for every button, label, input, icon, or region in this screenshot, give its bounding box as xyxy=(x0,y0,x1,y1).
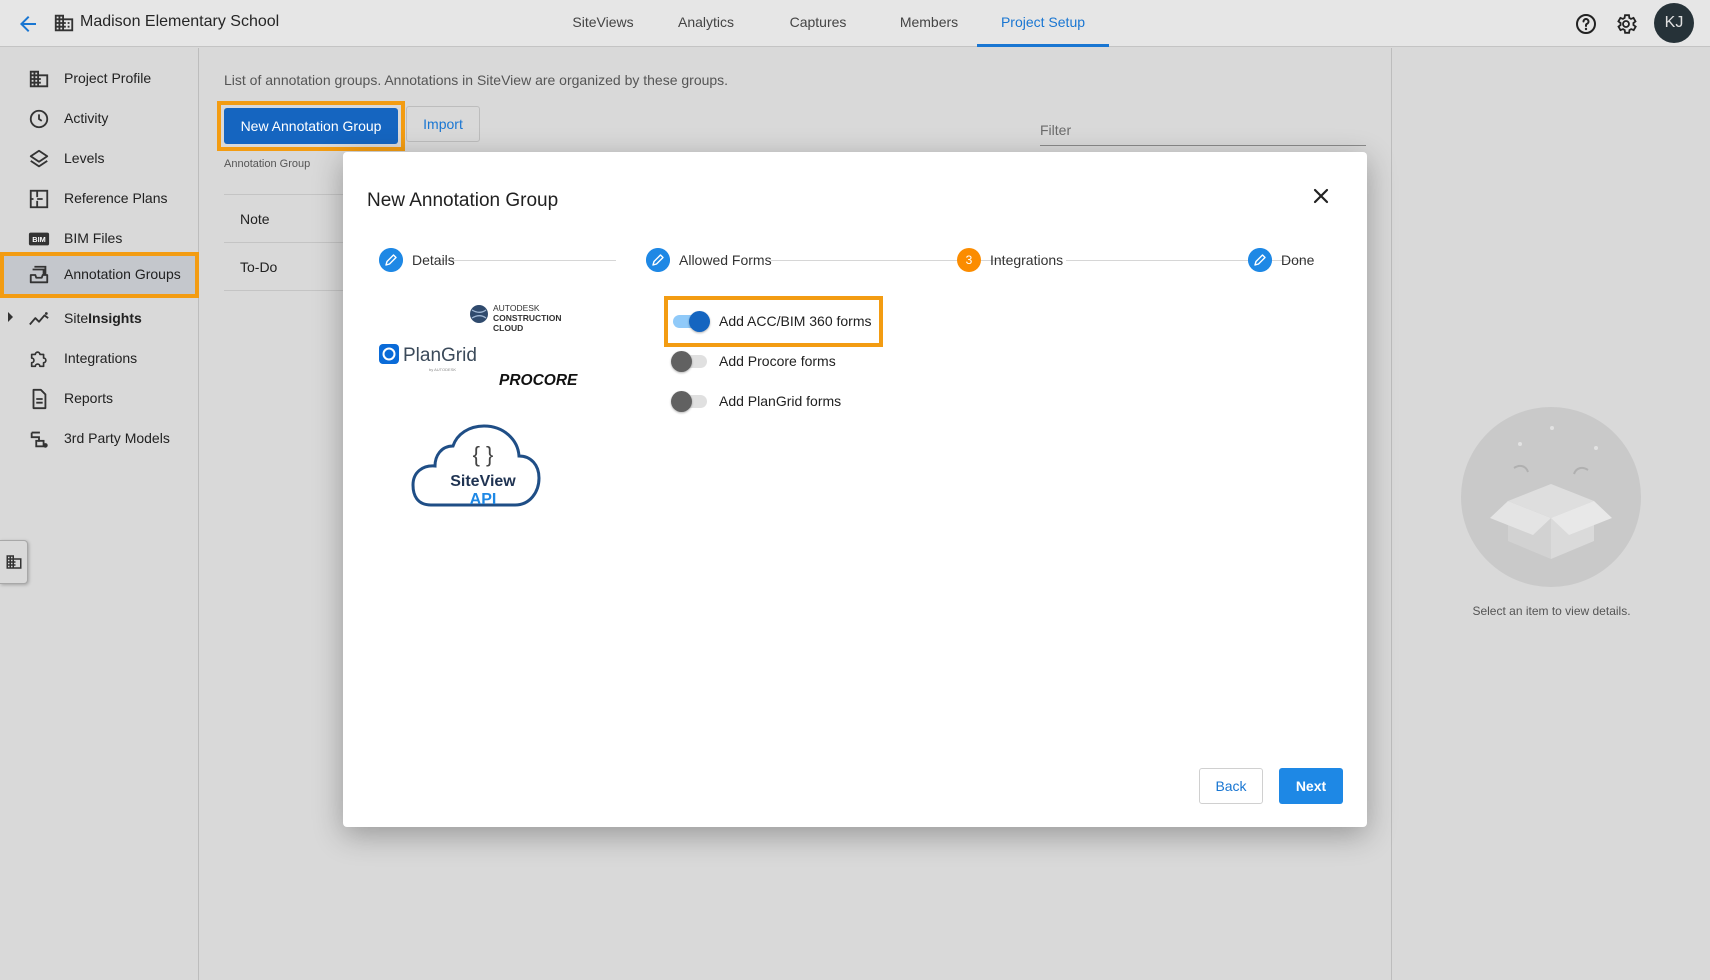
step-label: Done xyxy=(1281,252,1315,268)
row-label: Note xyxy=(240,211,270,227)
sidebar-collapse-tab[interactable] xyxy=(0,540,28,584)
siteview-api-logo: { } SiteView API xyxy=(411,424,541,508)
toggle-label: Add ACC/BIM 360 forms xyxy=(719,313,872,329)
next-button[interactable]: Next xyxy=(1279,768,1343,804)
sidebar-item-levels[interactable]: Levels xyxy=(0,138,199,178)
procore-logo: PROCORE xyxy=(499,372,578,389)
bim-icon: BIM xyxy=(28,232,50,246)
building-icon xyxy=(29,70,49,88)
building-icon xyxy=(6,555,22,569)
sidebar-item-label: 3rd Party Models xyxy=(64,430,170,446)
label-bold: Insights xyxy=(88,310,142,326)
sidebar-item-label: SiteInsights xyxy=(64,310,142,326)
filter-input[interactable]: Filter xyxy=(1040,116,1366,146)
autodesk-line1: AUTODESK xyxy=(493,303,540,313)
pencil-icon xyxy=(646,248,670,272)
toggle-knob xyxy=(671,391,692,412)
expand-arrow-icon[interactable] xyxy=(8,312,13,322)
table-header: Annotation Group xyxy=(224,158,311,170)
sidebar-item-label: Reports xyxy=(64,390,114,406)
puzzle-icon xyxy=(30,351,47,368)
toggle-knob xyxy=(689,311,710,332)
plangrid-logo: PlanGrid by AUTODESK xyxy=(379,344,477,372)
layers-icon xyxy=(29,149,49,168)
plangrid-subtext: by AUTODESK xyxy=(429,367,456,372)
sidebar-item-label: Levels xyxy=(64,150,105,166)
details-panel: Select an item to view details. xyxy=(1391,48,1710,980)
autodesk-line3: CLOUD xyxy=(493,323,523,333)
plangrid-text: PlanGrid xyxy=(403,345,477,366)
empty-details-message: Select an item to view details. xyxy=(1472,604,1631,618)
page-description: List of annotation groups. Annotations i… xyxy=(224,72,729,88)
tab-analytics[interactable]: Analytics xyxy=(672,0,740,47)
autodesk-line2: CONSTRUCTION xyxy=(493,313,561,323)
tab-members[interactable]: Members xyxy=(892,0,966,47)
table-row[interactable]: To-Do xyxy=(224,243,344,291)
procore-text: PROCORE xyxy=(499,372,578,389)
step-connector xyxy=(440,260,616,261)
autodesk-construction-cloud-logo: AUTODESK CONSTRUCTION CLOUD xyxy=(470,303,561,333)
integration-logos: AUTODESK CONSTRUCTION CLOUD PlanGrid by … xyxy=(379,303,578,508)
sidebar-item-label: Integrations xyxy=(64,350,138,366)
row-label: To-Do xyxy=(240,259,278,275)
sidebar-item-project-profile[interactable]: Project Profile xyxy=(0,58,199,98)
sidebar: Project Profile Activity Levels Referenc… xyxy=(0,48,199,980)
sidebar-item-label: Activity xyxy=(64,110,109,126)
toggle-label: Add PlanGrid forms xyxy=(719,393,842,409)
dialog-title: New Annotation Group xyxy=(367,190,559,211)
avatar[interactable]: KJ xyxy=(1654,3,1694,43)
step-label: Allowed Forms xyxy=(679,252,772,268)
new-button-highlight: New Annotation Group xyxy=(217,101,405,151)
top-bar: Madison Elementary School SiteViews Anal… xyxy=(0,0,1710,47)
sidebar-item-label: Reference Plans xyxy=(64,190,168,206)
trend-icon xyxy=(29,312,49,326)
tab-siteviews[interactable]: SiteViews xyxy=(563,0,643,47)
step-label: Details xyxy=(412,252,455,268)
floorplan-icon xyxy=(29,189,49,209)
step-number: 3 xyxy=(957,248,981,272)
sidebar-item-3rd-party-models[interactable]: 3rd Party Models xyxy=(0,418,199,458)
sidebar-item-label: BIM Files xyxy=(64,230,123,246)
bim-badge-text: BIM xyxy=(32,235,45,244)
clock-icon xyxy=(29,109,49,129)
sidebar-item-reference-plans[interactable]: Reference Plans xyxy=(0,178,199,218)
close-icon[interactable] xyxy=(1309,184,1333,208)
building-icon xyxy=(54,14,74,32)
sidebar-item-reports[interactable]: Reports xyxy=(0,378,199,418)
sidebar-item-label: Project Profile xyxy=(64,70,152,86)
api-line1: SiteView xyxy=(450,473,516,490)
inbox-icon xyxy=(29,265,49,284)
sidebar-item-label: Annotation Groups xyxy=(64,266,181,282)
back-button[interactable]: Back xyxy=(1199,768,1263,804)
project-title: Madison Elementary School xyxy=(80,13,280,30)
new-annotation-group-dialog: New Annotation Group Details Allowed For… xyxy=(343,152,1367,827)
table-row[interactable]: Note xyxy=(224,195,344,243)
empty-box-illustration xyxy=(1461,407,1641,587)
sidebar-item-activity[interactable]: Activity xyxy=(0,98,199,138)
tab-project-setup[interactable]: Project Setup xyxy=(977,0,1109,47)
toggle-label: Add Procore forms xyxy=(719,353,836,369)
toggle-knob xyxy=(671,351,692,372)
document-icon xyxy=(32,388,47,410)
back-arrow-icon[interactable] xyxy=(16,12,40,36)
tab-captures[interactable]: Captures xyxy=(784,0,852,47)
label-regular: Site xyxy=(64,310,89,326)
api-line2: API xyxy=(470,491,497,508)
api-braces: { } xyxy=(473,442,494,467)
sidebar-item-integrations[interactable]: Integrations xyxy=(0,338,199,378)
pencil-icon xyxy=(379,248,403,272)
new-annotation-group-button[interactable]: New Annotation Group xyxy=(224,108,398,144)
help-icon[interactable] xyxy=(1574,12,1598,36)
step-label: Integrations xyxy=(990,252,1064,268)
pencil-icon xyxy=(1248,248,1272,272)
import-button[interactable]: Import xyxy=(406,106,480,142)
filter-placeholder: Filter xyxy=(1040,122,1072,138)
sidebar-item-siteinsights[interactable]: SiteInsights xyxy=(0,298,199,338)
gear-icon[interactable] xyxy=(1614,12,1638,36)
models-icon xyxy=(30,431,48,448)
sidebar-item-annotation-groups[interactable]: Annotation Groups xyxy=(0,252,199,298)
